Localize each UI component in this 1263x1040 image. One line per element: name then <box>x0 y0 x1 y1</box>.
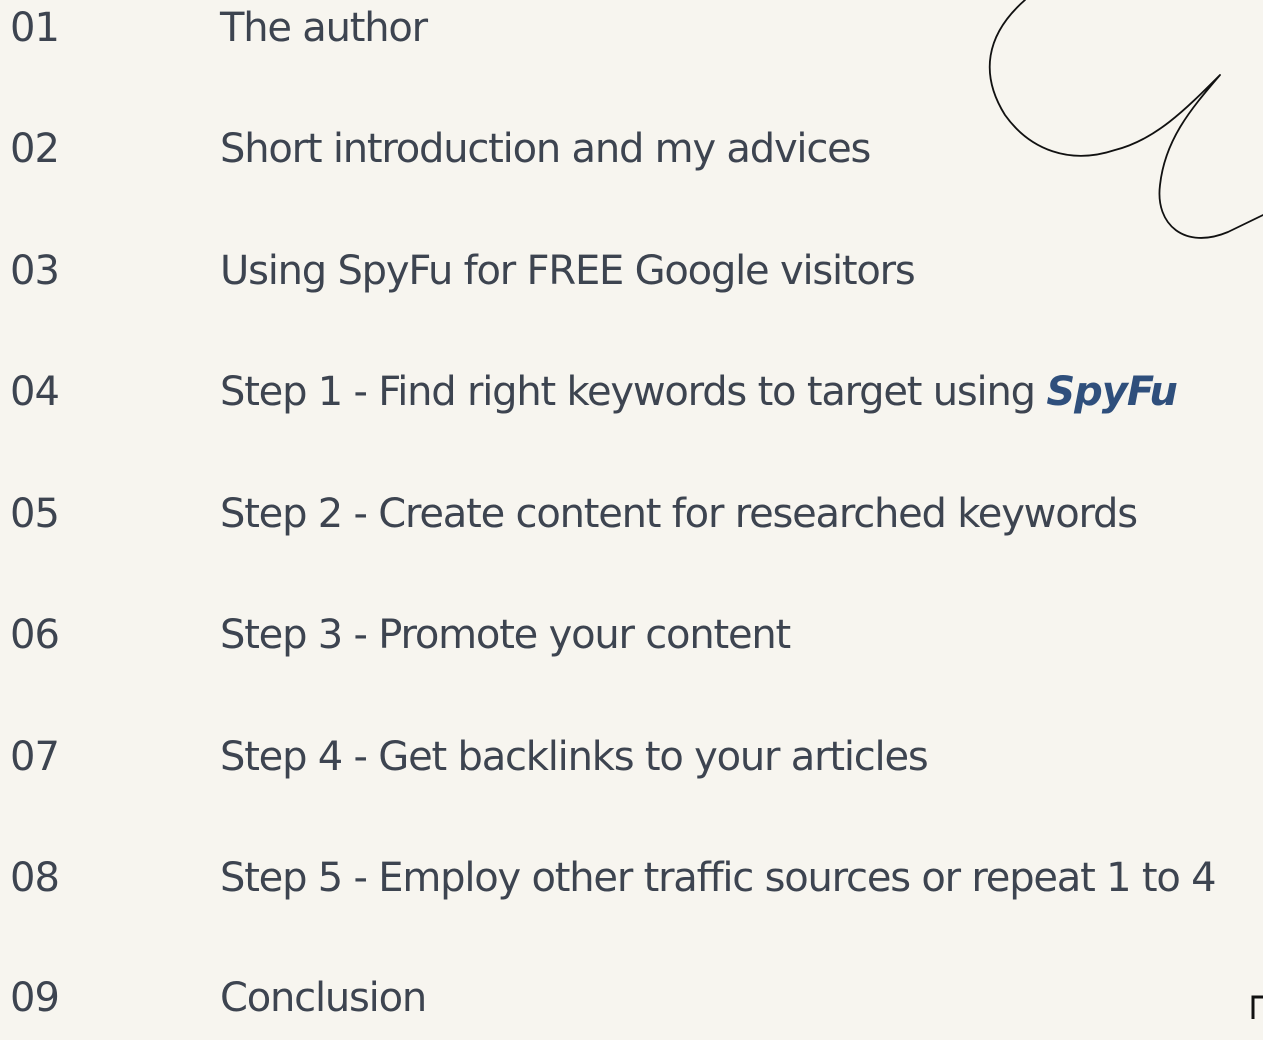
swirl-line-icon <box>988 0 1263 239</box>
toc-item-title: Step 1 - Find right keywords to target u… <box>220 369 1047 415</box>
toc-item-09[interactable]: 09 Conclusion <box>0 970 1263 1040</box>
toc-item-05[interactable]: 05 Step 2 - Create content for researche… <box>0 486 1263 556</box>
toc-item-title: Step 5 - Employ other traffic sources or… <box>220 855 1217 901</box>
toc-item-07[interactable]: 07 Step 4 - Get backlinks to your articl… <box>0 729 1263 799</box>
toc-item-number: 05 <box>10 491 60 537</box>
toc-item-title: Step 4 - Get backlinks to your articles <box>220 734 929 780</box>
toc-item-number: 01 <box>10 5 60 51</box>
toc-item-title: Short introduction and my advices <box>220 126 871 172</box>
toc-item-06[interactable]: 06 Step 3 - Promote your content <box>0 607 1263 677</box>
toc-item-title: The author <box>220 5 428 51</box>
toc-item-04[interactable]: 04 Step 1 - Find right keywords to targe… <box>0 364 1263 434</box>
toc-item-number: 06 <box>10 612 60 658</box>
toc-item-number: 04 <box>10 369 60 415</box>
toc-item-number: 02 <box>10 126 60 172</box>
toc-item-title: Using SpyFu for FREE Google visitors <box>220 248 916 294</box>
toc-item-08[interactable]: 08 Step 5 - Employ other traffic sources… <box>0 850 1263 920</box>
toc-item-number: 09 <box>10 975 60 1021</box>
toc-item-number: 03 <box>10 248 60 294</box>
toc-item-number: 07 <box>10 734 60 780</box>
toc-item-title: Step 3 - Promote your content <box>220 612 791 658</box>
toc-item-title: Step 2 - Create content for researched k… <box>220 491 1138 537</box>
corner-bracket-icon <box>1251 995 1263 1019</box>
toc-item-title: Conclusion <box>220 975 427 1021</box>
spyfu-brand-text: SpyFu <box>1046 369 1177 415</box>
toc-item-number: 08 <box>10 855 60 901</box>
toc-item-title-wrapper: Step 1 - Find right keywords to target u… <box>220 364 1178 420</box>
